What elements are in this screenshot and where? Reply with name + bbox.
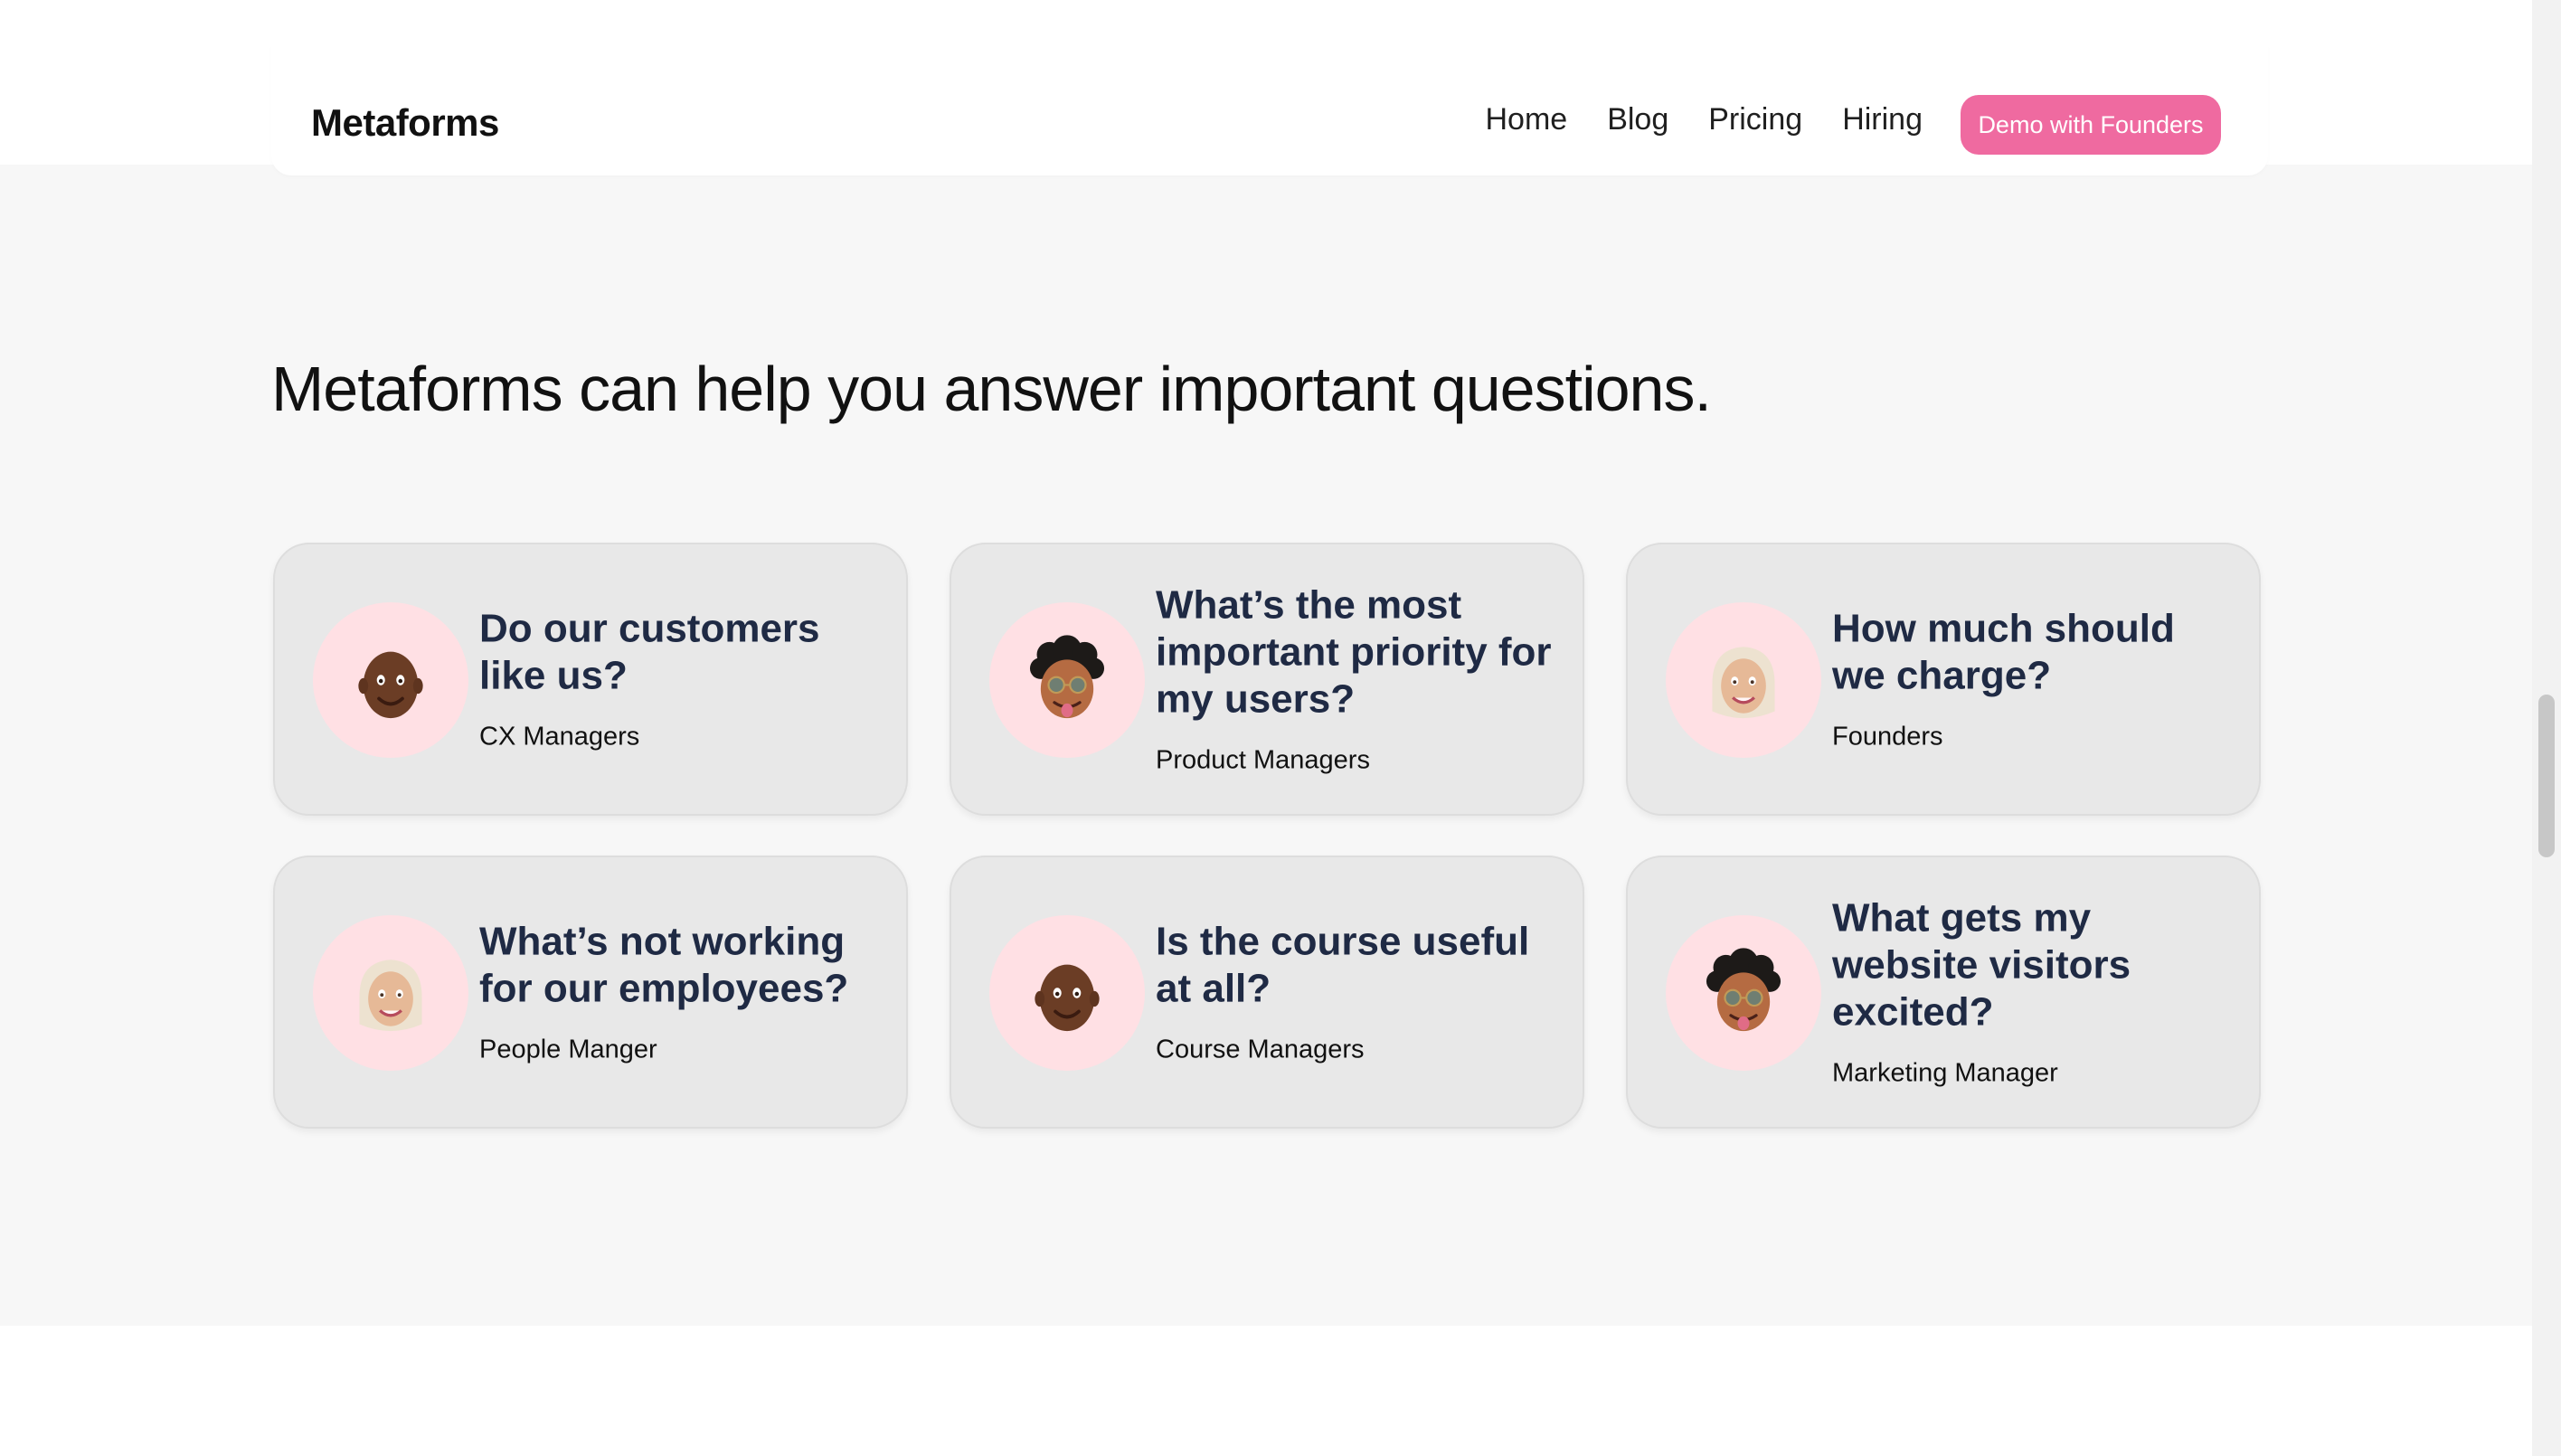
card-text-block: What gets my website visitors excited? M… [1832,895,2230,1090]
audience-role: Marketing Manager [1832,1058,2058,1088]
page-headline: Metaforms can help you answer important … [271,354,1712,424]
question-text: Is the course useful at all? [1156,919,1530,1011]
question-text: How much should we charge? [1832,606,2175,698]
memoji-curly-hair-sunglasses-icon [1666,915,1821,1071]
demo-with-founders-button[interactable]: Demo with Founders [1961,95,2221,155]
card-text-block: Do our customers like us? CX Managers [479,606,877,753]
memoji-hijab-woman-icon [313,915,468,1071]
nav-hiring-link[interactable]: Hiring [1842,104,1923,135]
audience-role: Founders [1832,722,1943,752]
question-text: Do our customers like us? [479,606,820,698]
question-card: How much should we charge? Founders [1626,543,2261,816]
top-navbar: Metaforms Home Blog Pricing Hiring Demo … [271,45,2268,175]
audience-role: CX Managers [479,722,640,752]
card-text-block: How much should we charge? Founders [1832,606,2230,753]
card-text-block: What’s the most important priority for m… [1156,582,1554,777]
question-cards-grid: Do our customers like us? CX Managers Wh… [273,543,2261,1129]
question-text: What’s not working for our employees? [479,919,849,1011]
audience-role: Course Managers [1156,1035,1365,1064]
question-card: What’s not working for our employees? Pe… [273,856,908,1129]
question-card: Is the course useful at all? Course Mana… [950,856,1584,1129]
question-card: What’s the most important priority for m… [950,543,1584,816]
scrollbar-thumb[interactable] [2538,695,2555,857]
primary-navigation: Home Blog Pricing Hiring [1485,104,1923,135]
memoji-curly-hair-sunglasses-icon [989,602,1145,758]
nav-blog-link[interactable]: Blog [1607,104,1668,135]
memoji-man-bald-icon [989,915,1145,1071]
brand-logo[interactable]: Metaforms [311,101,499,145]
audience-role: People Manger [479,1035,657,1064]
memoji-man-bald-icon [313,602,468,758]
memoji-hijab-woman-icon [1666,602,1821,758]
question-card: Do our customers like us? CX Managers [273,543,908,816]
audience-role: Product Managers [1156,745,1370,775]
question-text: What gets my website visitors excited? [1832,895,2131,1035]
vertical-scrollbar[interactable] [2532,0,2561,1456]
nav-pricing-link[interactable]: Pricing [1708,104,1802,135]
card-text-block: What’s not working for our employees? Pe… [479,919,877,1066]
question-card: What gets my website visitors excited? M… [1626,856,2261,1129]
question-text: What’s the most important priority for m… [1156,582,1552,722]
card-text-block: Is the course useful at all? Course Mana… [1156,919,1554,1066]
nav-home-link[interactable]: Home [1485,104,1567,135]
